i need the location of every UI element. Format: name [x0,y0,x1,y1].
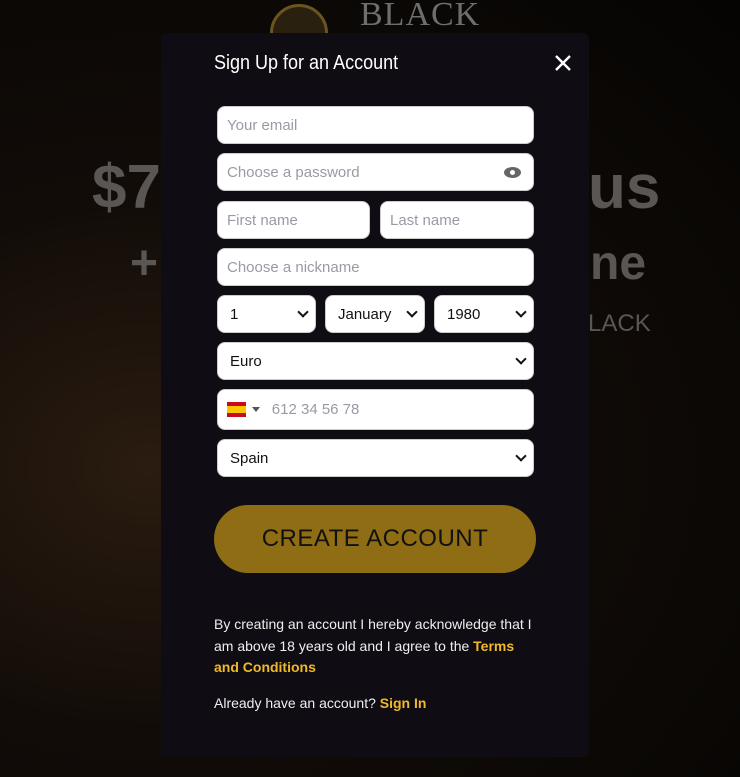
close-icon [555,55,571,71]
country-value: Spain [230,449,269,467]
bg-line2-left: + [130,237,159,290]
email-input[interactable] [227,116,533,134]
currency-value: Euro [230,352,262,370]
last-name-input[interactable] [390,211,533,229]
country-select[interactable]: Spain [217,439,534,477]
birth-year-select[interactable]: 1980 [434,295,534,333]
signup-modal: Sign Up for an Account 1 January 1980 Eu… [161,33,589,757]
phone-input[interactable] [271,401,533,418]
close-button[interactable] [551,51,575,75]
first-name-input[interactable] [227,211,369,229]
caret-down-icon[interactable] [251,407,260,412]
birth-day-value: 1 [230,305,239,323]
email-field[interactable] [217,106,534,144]
password-field[interactable] [217,153,534,191]
spain-flag-icon[interactable] [227,402,246,417]
bg-headline-left: $7 [92,153,161,222]
chevron-down-icon [515,306,527,318]
password-input[interactable] [227,163,533,181]
chevron-down-icon [515,450,527,462]
bg-headline-right: us [588,153,661,222]
nickname-input[interactable] [227,258,533,276]
birth-year-value: 1980 [447,305,481,323]
chevron-down-icon [515,353,527,365]
chevron-down-icon [297,306,309,318]
eye-icon[interactable] [504,167,521,178]
legal-notice: By creating an account I hereby acknowle… [214,614,534,679]
first-name-field[interactable] [217,201,370,239]
bg-line2-right: ne [590,237,647,290]
have-account-text: Already have an account? [214,695,380,711]
birth-month-select[interactable]: January [325,295,425,333]
modal-title: Sign Up for an Account [214,52,399,74]
brand-logo: BLACK [268,0,481,62]
sign-in-prompt: Already have an account? Sign In [214,695,426,711]
birth-month-value: January [338,305,392,323]
phone-field[interactable] [217,389,534,430]
birth-day-select[interactable]: 1 [217,295,316,333]
currency-select[interactable]: Euro [217,342,534,380]
bg-line3-right: LACK [588,310,651,337]
last-name-field[interactable] [380,201,534,239]
nickname-field[interactable] [217,248,534,286]
logo-text: BLACK [360,0,481,33]
chevron-down-icon [406,306,418,318]
sign-in-link[interactable]: Sign In [380,695,427,711]
create-account-button[interactable]: CREATE ACCOUNT [214,505,536,573]
